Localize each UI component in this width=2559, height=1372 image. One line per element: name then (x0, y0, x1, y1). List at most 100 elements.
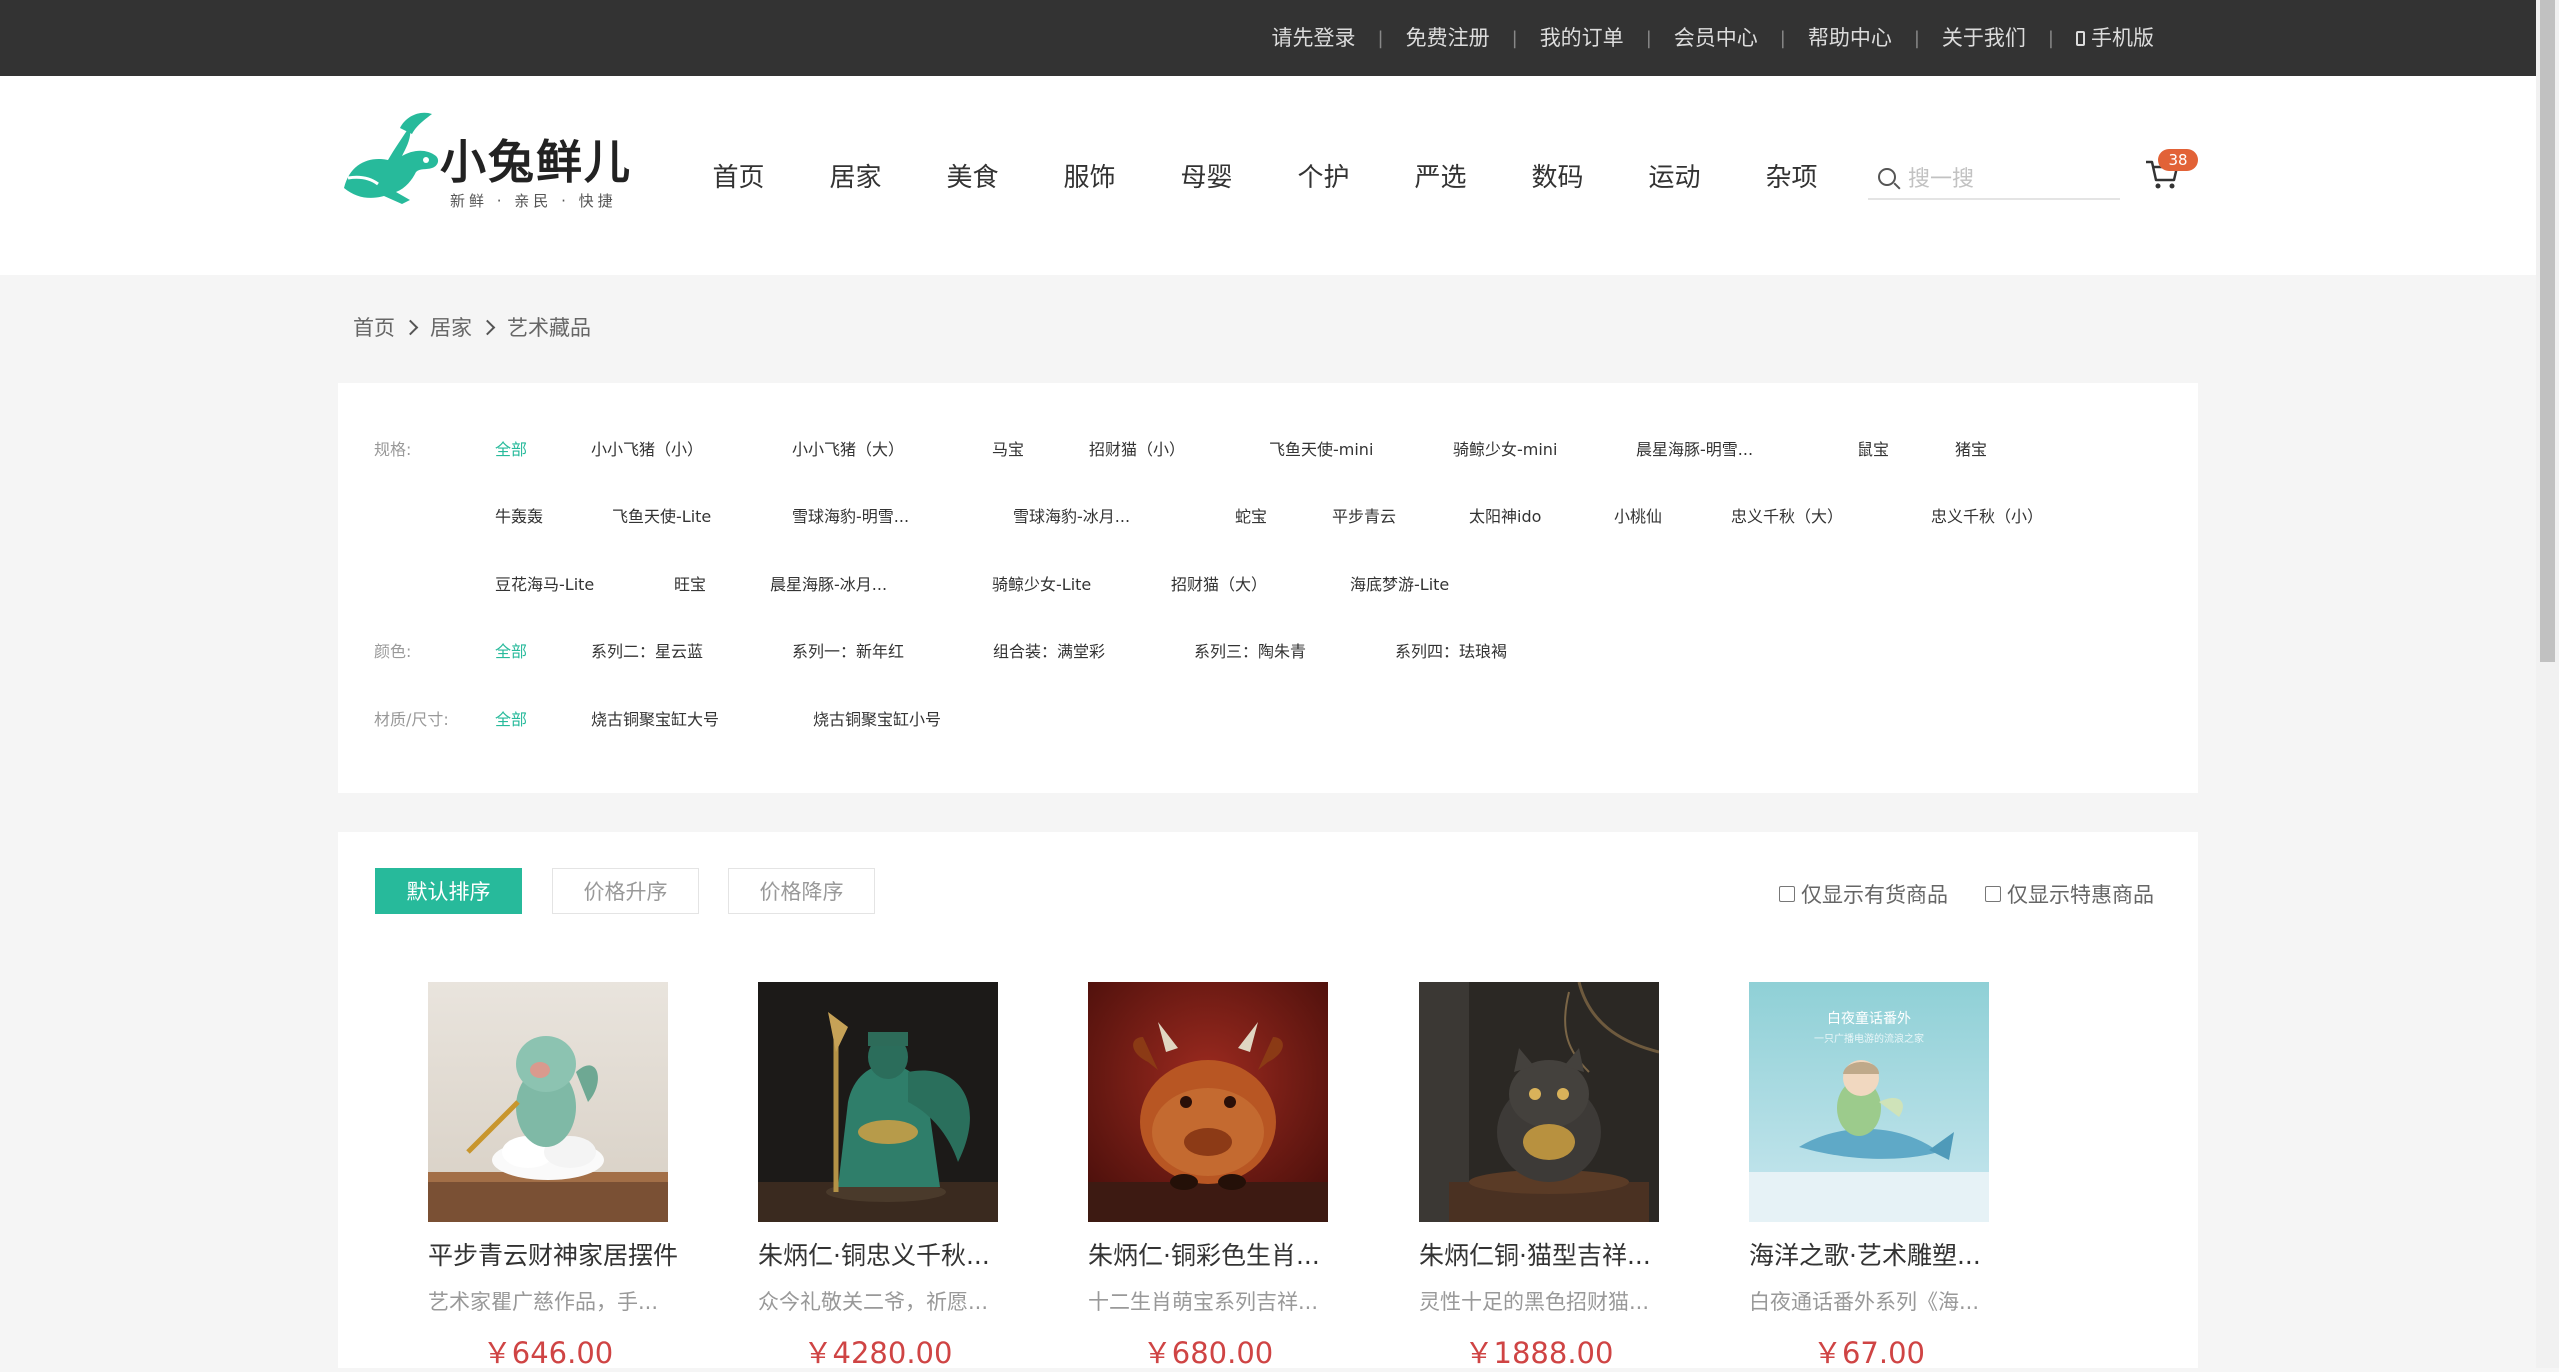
spec-option[interactable]: 小桃仙 (1614, 503, 1662, 527)
spec-option[interactable]: 旺宝 (674, 571, 706, 595)
spec-option[interactable]: 小小飞猪（大） (792, 436, 904, 460)
product-desc: 众今礼敬关二爷，祈愿... (758, 1290, 989, 1314)
nav-selected[interactable]: 严选 (1382, 157, 1499, 194)
search-input[interactable]: 搜一搜 (1908, 161, 1974, 193)
nav-misc[interactable]: 杂项 (1733, 157, 1850, 194)
discount-checkbox[interactable]: 仅显示特惠商品 (1985, 879, 2154, 909)
product-card[interactable]: 平步青云财神家居摆件 艺术家瞿广慈作品，手... ￥646.00 (428, 982, 678, 1372)
size-option[interactable]: 烧古铜聚宝缸小号 (813, 706, 941, 730)
goods-panel: 默认排序 价格升序 价格降序 仅显示有货商品 仅显示特惠商品 平步青云财神家居摆… (338, 832, 2198, 1370)
spec-option[interactable]: 忠义千秋（大） (1731, 503, 1843, 527)
nav-food[interactable]: 美食 (914, 157, 1031, 194)
nav-home[interactable]: 首页 (680, 157, 797, 194)
spec-option[interactable]: 飞鱼天使-mini (1269, 436, 1373, 460)
spec-option[interactable]: 雪球海豹-明雪... (792, 503, 909, 527)
spec-option[interactable]: 晨星海豚-冰月... (770, 571, 887, 595)
spec-option[interactable]: 太阳神ido (1469, 503, 1541, 527)
help-center-link[interactable]: 帮助中心 (1786, 26, 1914, 50)
spec-option[interactable]: 马宝 (992, 436, 1024, 460)
filter-panel: 规格: 全部 小小飞猪（小） 小小飞猪（大） 马宝 招财猫（小） 飞鱼天使-mi… (338, 383, 2198, 793)
color-option[interactable]: 系列二：星云蓝 (591, 638, 703, 662)
breadcrumb-category[interactable]: 居家 (430, 312, 472, 342)
breadcrumb-home[interactable]: 首页 (353, 312, 395, 342)
spec-option[interactable]: 雪球海豹-冰月... (1013, 503, 1130, 527)
color-label: 颜色: (374, 642, 412, 661)
login-link[interactable]: 请先登录 (1250, 26, 1378, 50)
spec-option[interactable]: 招财猫（大） (1171, 571, 1267, 595)
product-price: ￥680.00 (1142, 1336, 1274, 1370)
checkbox-icon (1779, 886, 1795, 902)
spec-option[interactable]: 忠义千秋（小） (1931, 503, 2043, 527)
spec-option[interactable]: 飞鱼天使-Lite (612, 503, 711, 527)
product-price: ￥4280.00 (803, 1336, 953, 1370)
color-option[interactable]: 组合装：满堂彩 (993, 638, 1105, 662)
chevron-right-icon (479, 319, 496, 335)
product-image[interactable] (758, 982, 998, 1222)
spec-option[interactable]: 招财猫（小） (1089, 436, 1185, 460)
product-image[interactable]: 白夜童话番外 一只广播电游的流浪之家 (1749, 982, 1989, 1222)
product-desc: 十二生肖萌宝系列吉祥... (1088, 1290, 1319, 1314)
product-desc: 艺术家瞿广慈作品，手... (428, 1290, 659, 1314)
color-option[interactable]: 系列三：陶朱青 (1194, 638, 1306, 662)
main-nav: 首页 居家 美食 服饰 母婴 个护 严选 数码 运动 杂项 (680, 76, 1850, 275)
in-stock-checkbox[interactable]: 仅显示有货商品 (1779, 879, 1948, 909)
product-card[interactable]: 朱炳仁·铜彩色生肖... 十二生肖萌宝系列吉祥... ￥680.00 (1088, 982, 1330, 1372)
spec-option[interactable]: 蛇宝 (1235, 503, 1267, 527)
top-nav: 请先登录 | 免费注册 | 我的订单 | 会员中心 | 帮助中心 | 关于我们 | 手机版 (1250, 0, 2176, 76)
product-title[interactable]: 海洋之歌·艺术雕塑... (1749, 1236, 2009, 1272)
color-option[interactable]: 系列四：珐琅褐 (1395, 638, 1507, 662)
page-scrollbar-thumb[interactable] (2540, 0, 2555, 662)
size-option[interactable]: 全部 (495, 706, 527, 730)
spec-option[interactable]: 海底梦游-Lite (1350, 571, 1449, 595)
product-card[interactable]: 白夜童话番外 一只广播电游的流浪之家 海洋之歌·艺术雕塑... 白夜通话番外系列… (1749, 982, 1991, 1372)
nav-baby[interactable]: 母婴 (1148, 157, 1265, 194)
spec-option[interactable]: 猪宝 (1955, 436, 1987, 460)
sort-price-asc-button[interactable]: 价格升序 (552, 868, 699, 914)
spec-option[interactable]: 豆花海马-Lite (495, 571, 594, 595)
spec-option[interactable]: 鼠宝 (1857, 436, 1889, 460)
product-title[interactable]: 朱炳仁·铜忠义千秋... (758, 1236, 1018, 1272)
sort-price-desc-button[interactable]: 价格降序 (728, 868, 875, 914)
nav-digital[interactable]: 数码 (1499, 157, 1616, 194)
size-option[interactable]: 烧古铜聚宝缸大号 (591, 706, 719, 730)
spec-option[interactable]: 牛轰轰 (495, 503, 543, 527)
logo[interactable]: 小兔鲜儿 新鲜 · 亲民 · 快捷 (340, 108, 640, 216)
search-box[interactable]: 搜一搜 (1868, 156, 2120, 200)
about-us-link[interactable]: 关于我们 (1920, 26, 2048, 50)
nav-sports[interactable]: 运动 (1616, 157, 1733, 194)
color-option[interactable]: 系列一：新年红 (792, 638, 904, 662)
poster-title: 白夜童话番外 (1827, 1011, 1911, 1027)
member-center-link[interactable]: 会员中心 (1652, 26, 1780, 50)
product-photo (428, 982, 668, 1222)
spec-option[interactable]: 平步青云 (1332, 503, 1396, 527)
sort-default-button[interactable]: 默认排序 (375, 868, 522, 914)
color-option[interactable]: 全部 (495, 638, 527, 662)
nav-home-living[interactable]: 居家 (797, 157, 914, 194)
logo-text: 小兔鲜儿 (440, 135, 632, 189)
spec-option[interactable]: 晨星海豚-明雪... (1636, 436, 1753, 460)
product-image[interactable] (428, 982, 668, 1222)
product-title[interactable]: 朱炳仁铜·猫型吉祥... (1419, 1236, 1679, 1272)
mobile-version-link[interactable]: 手机版 (2054, 26, 2176, 50)
logo-tagline: 新鲜 · 亲民 · 快捷 (450, 192, 617, 210)
nav-personal-care[interactable]: 个护 (1265, 157, 1382, 194)
product-image[interactable] (1088, 982, 1328, 1222)
product-title[interactable]: 平步青云财神家居摆件 (428, 1236, 688, 1272)
size-label: 材质/尺寸: (374, 710, 449, 729)
product-image[interactable] (1419, 982, 1659, 1222)
spec-option[interactable]: 全部 (495, 436, 527, 460)
mobile-version-label: 手机版 (2091, 26, 2154, 50)
my-orders-link[interactable]: 我的订单 (1518, 26, 1646, 50)
product-title[interactable]: 朱炳仁·铜彩色生肖... (1088, 1236, 1348, 1272)
breadcrumb-current: 艺术藏品 (507, 316, 591, 340)
spec-option[interactable]: 小小飞猪（小） (591, 436, 703, 460)
product-card[interactable]: 朱炳仁铜·猫型吉祥... 灵性十足的黑色招财猫... ￥1888.00 (1419, 982, 1661, 1372)
nav-apparel[interactable]: 服饰 (1031, 157, 1148, 194)
product-photo (1419, 982, 1659, 1222)
poster-subtitle: 一只广播电游的流浪之家 (1814, 1034, 1924, 1045)
spec-option[interactable]: 骑鲸少女-Lite (992, 571, 1091, 595)
product-card[interactable]: 朱炳仁·铜忠义千秋... 众今礼敬关二爷，祈愿... ￥4280.00 (758, 982, 1000, 1372)
register-link[interactable]: 免费注册 (1384, 26, 1512, 50)
in-stock-label: 仅显示有货商品 (1801, 883, 1948, 907)
spec-option[interactable]: 骑鲸少女-mini (1453, 436, 1557, 460)
